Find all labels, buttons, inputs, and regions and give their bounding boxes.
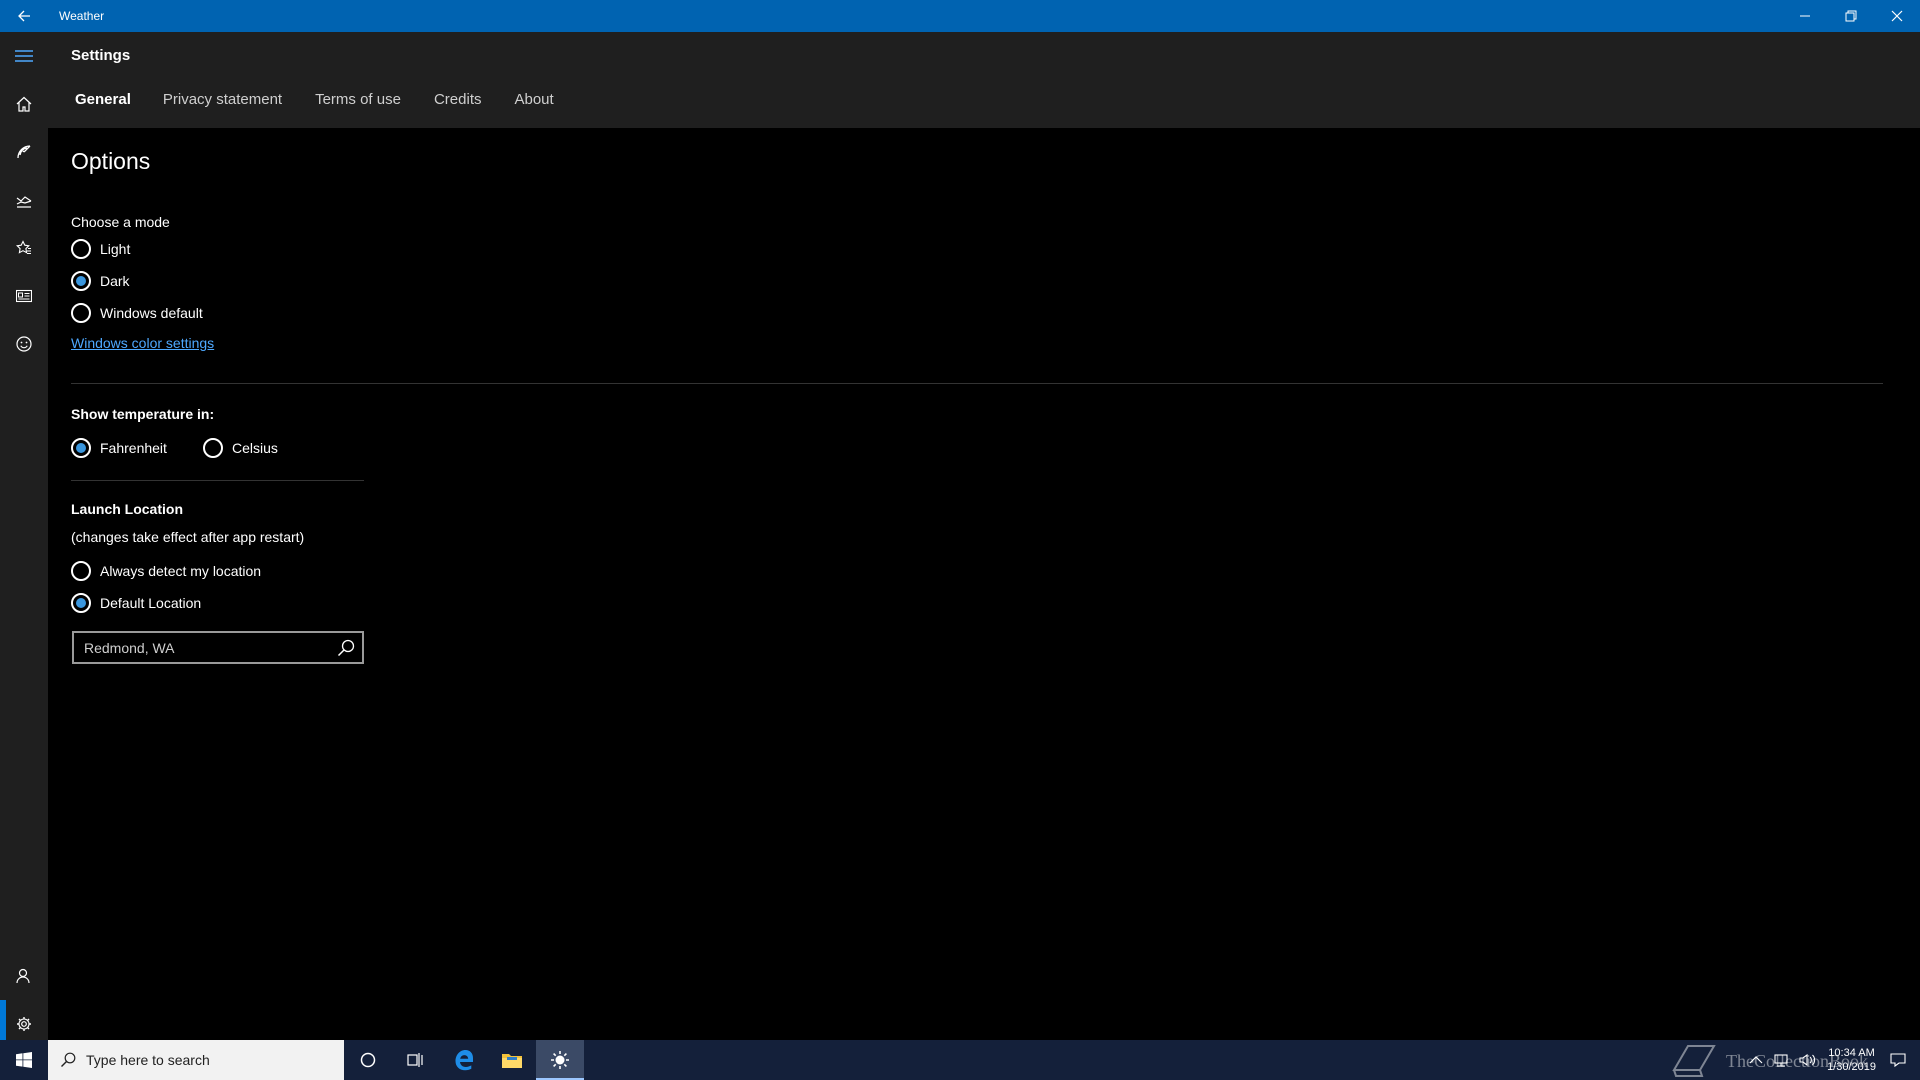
task-view-button[interactable] xyxy=(392,1040,440,1080)
settings-tabs: General Privacy statement Terms of use C… xyxy=(75,91,587,108)
sun-icon xyxy=(551,1051,569,1069)
news-icon xyxy=(16,289,32,303)
clock-time: 10:34 AM xyxy=(1828,1047,1875,1059)
radio-mode-windows-default[interactable]: Windows default xyxy=(71,303,203,323)
minimize-button[interactable] xyxy=(1782,0,1828,32)
close-button[interactable] xyxy=(1874,0,1920,32)
edge-taskbar-button[interactable] xyxy=(440,1040,488,1080)
tab-general[interactable]: General xyxy=(75,91,131,108)
settings-gear-icon xyxy=(17,1017,31,1031)
file-explorer-taskbar-button[interactable] xyxy=(488,1040,536,1080)
back-button[interactable] xyxy=(0,0,48,32)
windows-logo-icon xyxy=(16,1052,32,1068)
historical-weather-icon xyxy=(16,196,32,208)
chevron-up-icon[interactable] xyxy=(1749,1055,1763,1065)
settings-content: Options Choose a mode Light Dark Windows… xyxy=(48,128,1920,1040)
radio-label: Windows default xyxy=(100,305,203,321)
radio-mode-light[interactable]: Light xyxy=(71,239,130,259)
section-divider xyxy=(71,383,1883,384)
clock-date: 1/30/2019 xyxy=(1827,1061,1876,1073)
cortana-icon xyxy=(360,1052,376,1068)
radio-button[interactable] xyxy=(71,271,91,291)
launch-location-note: (changes take effect after app restart) xyxy=(71,529,305,545)
cortana-button[interactable] xyxy=(344,1040,392,1080)
task-view-icon xyxy=(407,1053,423,1067)
radio-button[interactable] xyxy=(71,593,91,613)
search-icon xyxy=(337,639,355,657)
radio-label: Light xyxy=(100,241,131,257)
nav-historical[interactable] xyxy=(0,176,48,224)
radio-label: Celsius xyxy=(232,440,278,456)
section-divider xyxy=(71,480,364,481)
action-center-icon[interactable] xyxy=(1890,1052,1906,1068)
system-tray: 10:34 AM 1/30/2019 xyxy=(1749,1040,1920,1080)
volume-icon[interactable] xyxy=(1799,1053,1817,1067)
window-title: Weather xyxy=(59,9,105,23)
radio-label: Dark xyxy=(100,273,130,289)
radio-label: Fahrenheit xyxy=(100,440,167,456)
nav-rail xyxy=(0,32,48,1048)
restore-icon xyxy=(1845,10,1857,22)
taskbar: Type here to search TheCollectionBook 10… xyxy=(0,1040,1920,1080)
radar-icon xyxy=(17,145,31,159)
minimize-icon xyxy=(1800,15,1810,17)
page-title: Settings xyxy=(71,47,131,64)
settings-header: Settings General Privacy statement Terms… xyxy=(48,32,1920,128)
taskbar-clock[interactable]: 10:34 AM 1/30/2019 xyxy=(1827,1046,1876,1074)
radio-celsius[interactable]: Celsius xyxy=(203,438,278,458)
account-icon xyxy=(16,968,30,984)
radio-label: Always detect my location xyxy=(100,563,262,579)
nav-maps[interactable] xyxy=(0,128,48,176)
nav-news[interactable] xyxy=(0,272,48,320)
tab-terms-of-use[interactable]: Terms of use xyxy=(315,91,401,108)
back-arrow-icon xyxy=(18,10,30,22)
radio-button[interactable] xyxy=(203,438,223,458)
radio-button[interactable] xyxy=(71,438,91,458)
hamburger-icon xyxy=(15,50,33,62)
book-icon xyxy=(1672,1045,1716,1077)
radio-button[interactable] xyxy=(71,239,91,259)
radio-label: Default Location xyxy=(100,595,202,611)
start-button[interactable] xyxy=(0,1040,48,1080)
feedback-smiley-icon xyxy=(16,336,32,352)
radio-button[interactable] xyxy=(71,561,91,581)
tab-privacy-statement[interactable]: Privacy statement xyxy=(163,91,282,108)
folder-icon xyxy=(502,1054,522,1068)
restore-button[interactable] xyxy=(1828,0,1874,32)
tab-credits[interactable]: Credits xyxy=(434,91,482,108)
radio-mode-dark[interactable]: Dark xyxy=(71,271,130,291)
nav-forecast[interactable] xyxy=(0,80,48,128)
taskbar-search-placeholder: Type here to search xyxy=(86,1052,210,1068)
home-icon xyxy=(16,96,32,112)
weather-taskbar-button[interactable] xyxy=(536,1040,584,1080)
radio-always-detect-location[interactable]: Always detect my location xyxy=(71,561,261,581)
nav-favorites[interactable] xyxy=(0,224,48,272)
tab-about[interactable]: About xyxy=(514,91,553,108)
options-heading: Options xyxy=(71,148,151,174)
default-location-input[interactable] xyxy=(74,639,324,656)
taskbar-search-box[interactable]: Type here to search xyxy=(48,1040,344,1080)
close-icon xyxy=(1891,10,1903,22)
radio-button[interactable] xyxy=(71,303,91,323)
windows-color-settings-link[interactable]: Windows color settings xyxy=(71,335,214,351)
location-search-button[interactable] xyxy=(334,637,358,659)
temperature-label: Show temperature in: xyxy=(71,406,215,422)
favorites-icon xyxy=(16,240,31,255)
nav-feedback[interactable] xyxy=(0,320,48,368)
default-location-search-box xyxy=(72,631,364,664)
edge-browser-icon xyxy=(455,1050,473,1071)
search-icon xyxy=(61,1052,76,1067)
network-icon[interactable] xyxy=(1773,1053,1789,1067)
radio-default-location[interactable]: Default Location xyxy=(71,593,201,613)
radio-fahrenheit[interactable]: Fahrenheit xyxy=(71,438,167,458)
title-bar: Weather xyxy=(0,0,1920,32)
nav-account[interactable] xyxy=(0,952,48,1000)
hamburger-button[interactable] xyxy=(0,32,48,80)
launch-location-label: Launch Location xyxy=(71,501,183,517)
mode-label: Choose a mode xyxy=(71,214,170,230)
